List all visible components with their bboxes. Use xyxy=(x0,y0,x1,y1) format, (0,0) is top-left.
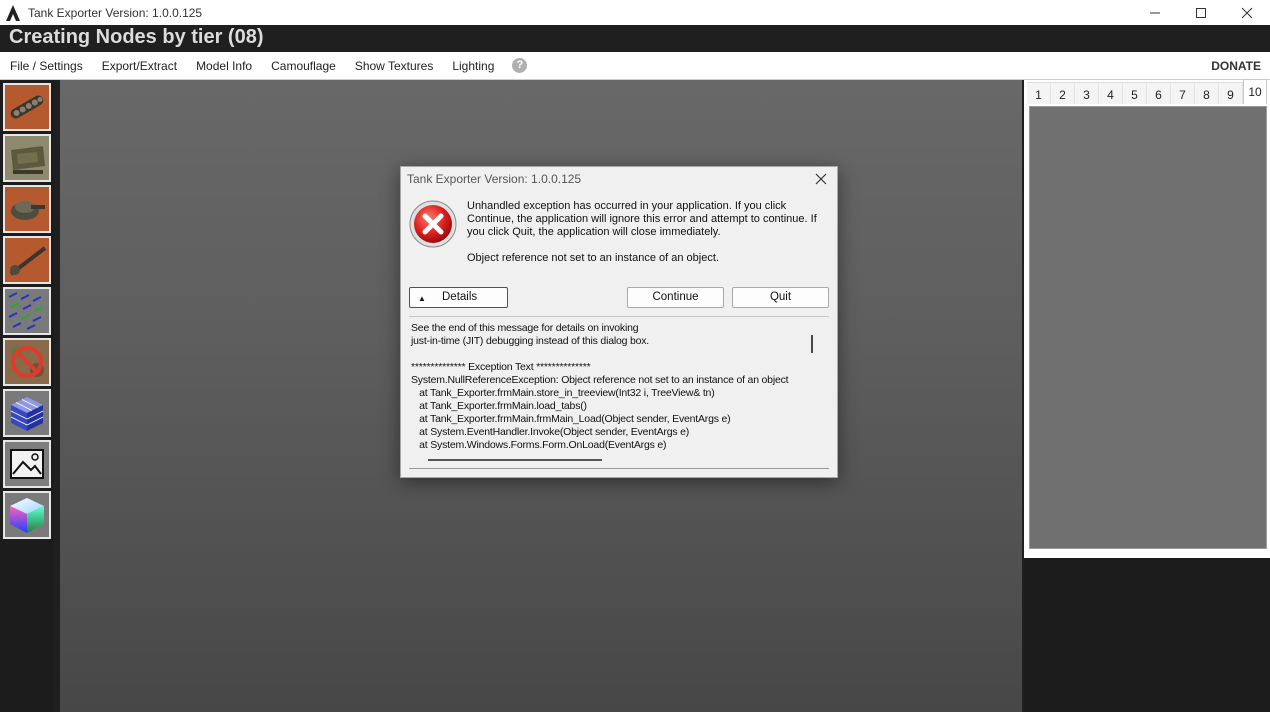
continue-button[interactable]: Continue xyxy=(627,287,724,308)
tool-gun-button[interactable] xyxy=(3,236,51,284)
app-logo-icon xyxy=(6,4,20,21)
tool-chassis-button[interactable] xyxy=(3,83,51,131)
right-lower-panel xyxy=(1024,558,1270,712)
tool-normals-button[interactable] xyxy=(3,287,51,335)
tier-tabs: 1 2 3 4 5 6 7 8 9 10 xyxy=(1027,79,1267,104)
details-line: at System.Windows.Forms.Form.OnLoad(Even… xyxy=(411,439,667,451)
tab-tier-8[interactable]: 8 xyxy=(1195,82,1219,104)
tab-tier-3[interactable]: 3 xyxy=(1075,82,1099,104)
menu-lighting[interactable]: Lighting xyxy=(442,52,503,80)
left-toolbar xyxy=(0,80,54,712)
menu-export-extract[interactable]: Export/Extract xyxy=(92,52,186,80)
details-line: ************** Exception Text **********… xyxy=(411,361,591,373)
details-line: System.NullReferenceException: Object re… xyxy=(411,374,789,386)
error-message: Unhandled exception has occurred in your… xyxy=(467,200,817,239)
tab-tier-4[interactable]: 4 xyxy=(1099,82,1123,104)
minimize-button[interactable] xyxy=(1132,0,1178,25)
tool-hull-button[interactable] xyxy=(3,134,51,182)
exception-dialog: Tank Exporter Version: 1.0.0.125 Unhandl… xyxy=(400,166,838,478)
details-line: at Tank_Exporter.frmMain.store_in_treevi… xyxy=(411,387,715,399)
error-icon xyxy=(409,200,457,248)
details-button[interactable]: ▲ Details xyxy=(409,287,508,308)
details-label: Details xyxy=(442,291,478,303)
donate-link[interactable]: DONATE xyxy=(1211,52,1261,80)
tab-tier-6[interactable]: 6 xyxy=(1147,82,1171,104)
cube-grid-icon xyxy=(5,391,49,435)
tab-tier-5[interactable]: 5 xyxy=(1123,82,1147,104)
menu-bar: File / Settings Export/Extract Model Inf… xyxy=(0,52,1270,80)
error-summary: Object reference not set to an instance … xyxy=(467,252,719,264)
quit-button[interactable]: Quit xyxy=(732,287,829,308)
tank-gun-icon xyxy=(5,238,49,282)
help-icon[interactable]: ? xyxy=(512,58,528,73)
tool-cube-grid-button[interactable] xyxy=(3,389,51,437)
close-icon xyxy=(1241,7,1253,18)
status-text: Creating Nodes by tier (08) xyxy=(9,26,264,48)
dialog-title: Tank Exporter Version: 1.0.0.125 xyxy=(407,172,582,186)
tool-color-cube-button[interactable] xyxy=(3,491,51,539)
details-line: See the end of this message for details … xyxy=(411,322,639,334)
error-message-line: Continue, the application will ignore th… xyxy=(467,213,817,225)
tank-turret-icon xyxy=(5,187,49,231)
dialog-close-icon[interactable] xyxy=(813,171,829,187)
menu-model-info[interactable]: Model Info xyxy=(186,52,261,80)
details-horizontal-scrollbar[interactable] xyxy=(428,459,602,461)
tank-hull-icon xyxy=(5,136,49,180)
tool-turret-button[interactable] xyxy=(3,185,51,233)
details-line: just-in-time (JIT) debugging instead of … xyxy=(411,335,650,347)
details-line: at System.EventHandler.Invoke(Object sen… xyxy=(411,426,690,438)
maximize-button[interactable] xyxy=(1178,0,1224,25)
color-cube-icon xyxy=(5,493,49,537)
os-title-bar: Tank Exporter Version: 1.0.0.125 xyxy=(0,0,1270,25)
error-message-line: you click Quit, the application will clo… xyxy=(467,226,721,238)
tab-tier-10[interactable]: 10 xyxy=(1243,79,1267,104)
menu-show-textures[interactable]: Show Textures xyxy=(345,52,443,80)
dialog-divider xyxy=(409,468,829,469)
menu-file-settings[interactable]: File / Settings xyxy=(0,52,92,80)
tier-panel: 1 2 3 4 5 6 7 8 9 10 xyxy=(1024,79,1270,558)
details-vertical-scrollbar[interactable] xyxy=(811,335,813,353)
app-header: Creating Nodes by tier (08) xyxy=(0,25,1270,52)
collapse-arrow-icon: ▲ xyxy=(418,294,426,303)
tool-no-camo-button[interactable] xyxy=(3,338,51,386)
tank-tree-view[interactable] xyxy=(1029,106,1267,549)
image-icon xyxy=(5,442,49,486)
window-title: Tank Exporter Version: 1.0.0.125 xyxy=(28,5,203,20)
menu-camouflage[interactable]: Camouflage xyxy=(261,52,345,80)
tab-tier-2[interactable]: 2 xyxy=(1051,82,1075,104)
minimize-icon xyxy=(1150,12,1160,13)
details-line: at Tank_Exporter.frmMain.load_tabs() xyxy=(411,400,587,412)
error-message-line: Unhandled exception has occurred in your… xyxy=(467,200,787,212)
wireframe-normals-icon xyxy=(5,289,49,333)
tab-tier-1[interactable]: 1 xyxy=(1027,82,1051,104)
details-line: at Tank_Exporter.frmMain.frmMain_Load(Ob… xyxy=(411,413,731,425)
tool-image-button[interactable] xyxy=(3,440,51,488)
close-window-button[interactable] xyxy=(1224,0,1270,25)
exception-details-text[interactable]: See the end of this message for details … xyxy=(409,316,829,453)
no-camo-icon xyxy=(5,340,49,384)
tab-tier-9[interactable]: 9 xyxy=(1219,82,1243,104)
maximize-icon xyxy=(1196,7,1206,18)
tab-tier-7[interactable]: 7 xyxy=(1171,82,1195,104)
tank-chassis-icon xyxy=(5,85,49,129)
